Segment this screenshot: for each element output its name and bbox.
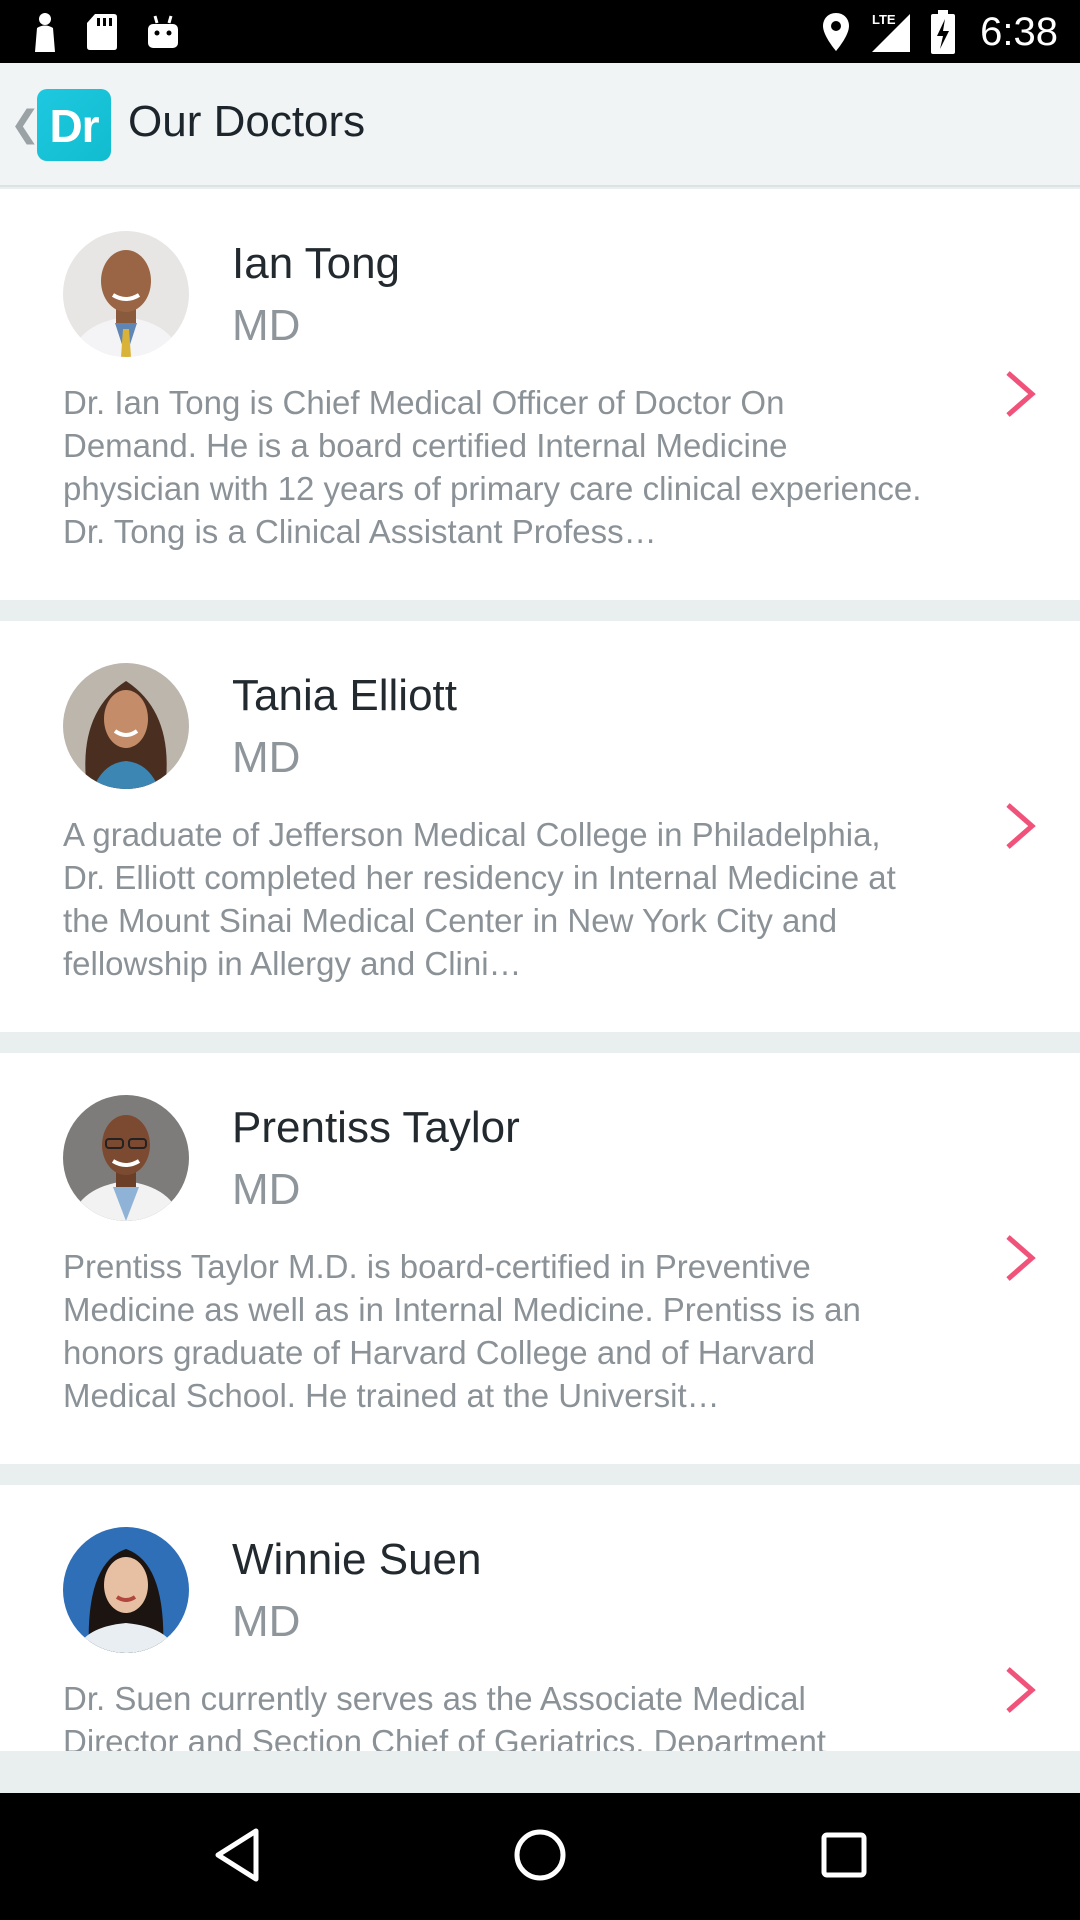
doctor-card[interactable]: Ian Tong MD Dr. Ian Tong is Chief Medica… (0, 189, 1080, 600)
android-icon (146, 14, 180, 50)
chevron-right-icon[interactable] (1004, 1233, 1038, 1283)
clock: 6:38 (980, 9, 1058, 54)
doctor-credential: MD (232, 1597, 301, 1646)
chevron-right-icon[interactable] (1004, 1665, 1038, 1715)
doctor-bio: A graduate of Jefferson Medical College … (63, 816, 896, 982)
person-icon (32, 12, 58, 52)
doctor-name: Prentiss Taylor (232, 1103, 520, 1152)
doctor-credential: MD (232, 301, 301, 350)
doctor-avatar (63, 663, 189, 789)
doctor-avatar (63, 1527, 189, 1653)
doctor-list[interactable]: Ian Tong MD Dr. Ian Tong is Chief Medica… (0, 189, 1080, 1751)
navigation-bar (0, 1793, 1080, 1920)
page-title: Our Doctors (128, 97, 366, 146)
doctor-bio: Dr. Suen currently serves as the Associa… (63, 1680, 826, 1751)
app-logo[interactable]: Dr (37, 89, 111, 161)
signal-icon: LTE (868, 10, 912, 54)
location-icon (822, 12, 850, 52)
back-chevron-icon[interactable]: ❮ (10, 103, 40, 145)
back-icon[interactable] (210, 1825, 266, 1885)
doctor-avatar (63, 1095, 189, 1221)
doctor-name: Winnie Suen (232, 1535, 482, 1584)
doctor-avatar (63, 231, 189, 357)
status-bar: LTE 6:38 (0, 0, 1080, 63)
doctor-card[interactable]: Prentiss Taylor MD Prentiss Taylor M.D. … (0, 1053, 1080, 1464)
sd-card-icon (86, 13, 118, 51)
doctor-card[interactable]: Winnie Suen MD Dr. Suen currently serves… (0, 1485, 1080, 1751)
doctor-name: Ian Tong (232, 239, 401, 288)
doctor-credential: MD (232, 1165, 301, 1214)
doctor-bio: Prentiss Taylor M.D. is board-certified … (63, 1248, 861, 1414)
doctor-credential: MD (232, 733, 301, 782)
doctor-name: Tania Elliott (232, 671, 458, 720)
chevron-right-icon[interactable] (1004, 369, 1038, 419)
home-icon[interactable] (510, 1825, 570, 1885)
recents-icon[interactable] (816, 1825, 872, 1885)
battery-charging-icon (930, 10, 956, 54)
chevron-right-icon[interactable] (1004, 801, 1038, 851)
doctor-bio: Dr. Ian Tong is Chief Medical Officer of… (63, 384, 922, 550)
doctor-card[interactable]: Tania Elliott MD A graduate of Jefferson… (0, 621, 1080, 1032)
network-type-label: LTE (872, 12, 896, 27)
app-bar: ❮ Dr Our Doctors (0, 63, 1080, 187)
